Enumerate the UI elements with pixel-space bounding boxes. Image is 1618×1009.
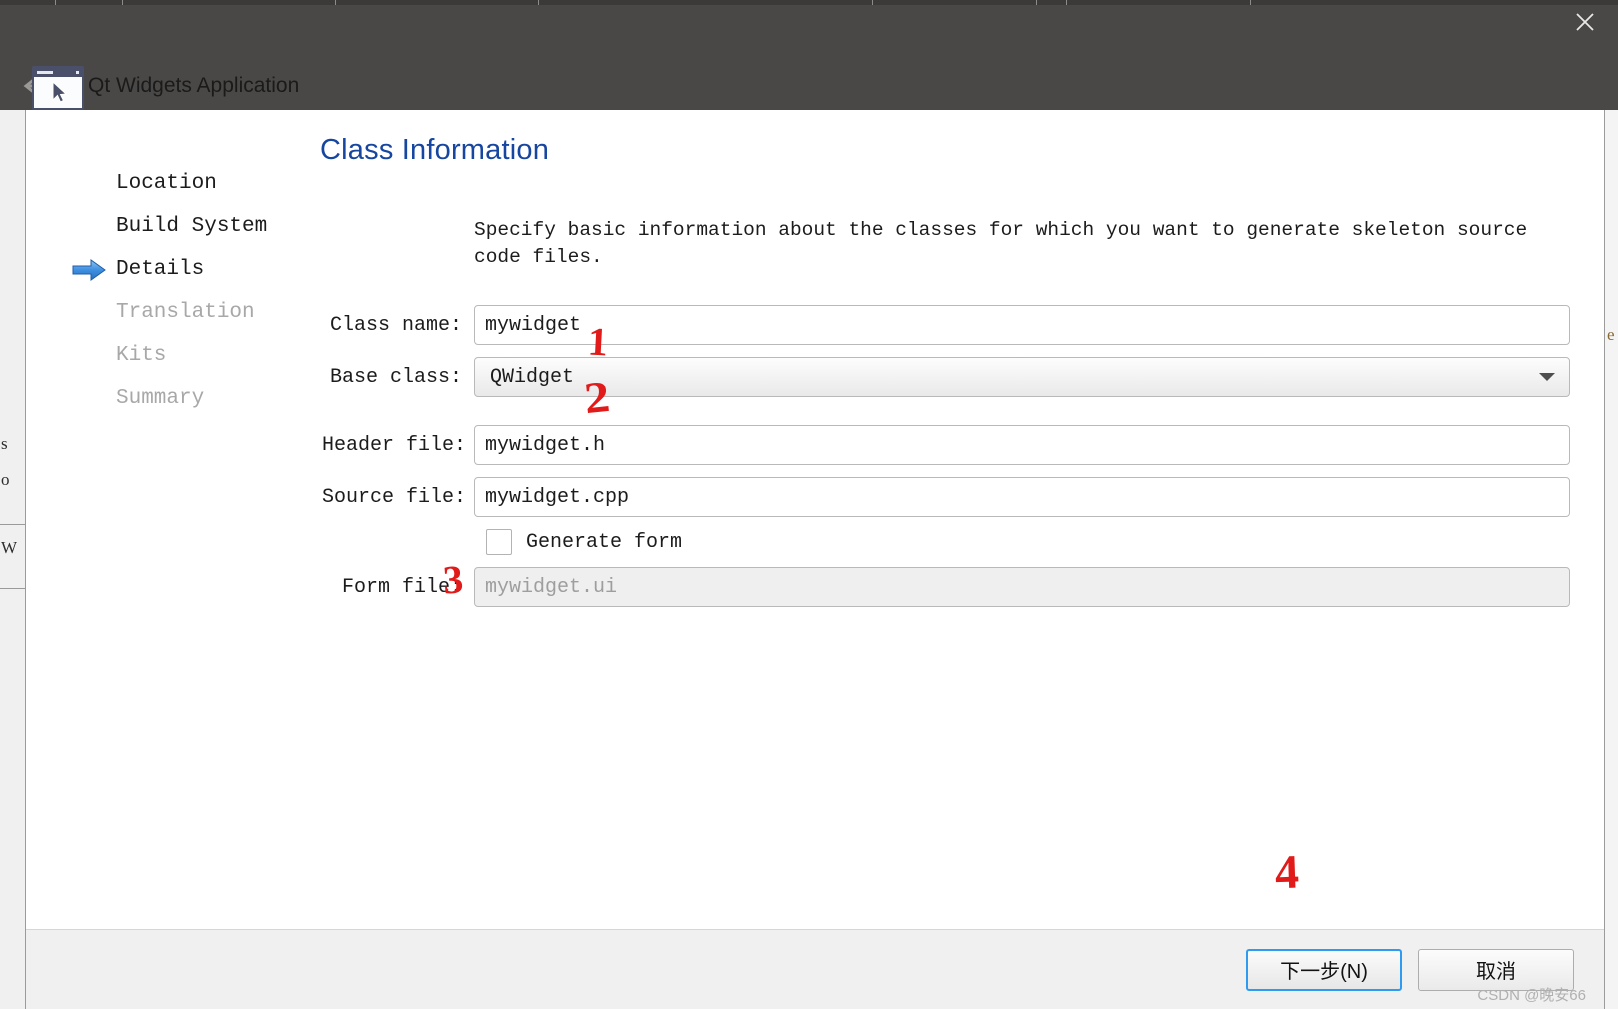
form-file-label: Form file:	[341, 575, 462, 599]
sidebar-item-label: Location	[116, 172, 217, 195]
source-file-label: Source file:	[322, 485, 467, 509]
wizard-header: Qt Widgets Application	[0, 62, 1618, 110]
header-file-label: Header file:	[322, 433, 467, 457]
background-text-fragment: W	[1, 538, 18, 557]
sidebar-item-label: Kits	[116, 344, 167, 367]
sidebar-item-summary[interactable]: Summary	[58, 377, 308, 420]
page-description: Specify basic information about the clas…	[474, 219, 1539, 268]
class-name-label: Class name:	[329, 313, 462, 337]
sidebar-item-build-system[interactable]: Build System	[58, 205, 308, 248]
header-file-input[interactable]: mywidget.h	[474, 425, 1570, 465]
generate-form-checkbox[interactable]	[486, 529, 512, 555]
class-name-input[interactable]: mywidget	[474, 305, 1570, 345]
base-class-label: Base class:	[329, 365, 462, 389]
wizard-dialog: Location Build System Details Translatio…	[26, 110, 1604, 1009]
qt-widgets-app-icon	[32, 66, 84, 110]
base-class-value: QWidget	[490, 365, 575, 389]
background-window-right: e	[1604, 110, 1618, 1009]
close-button[interactable]	[1552, 0, 1618, 44]
sidebar-item-kits[interactable]: Kits	[58, 334, 308, 377]
source-file-input[interactable]: mywidget.cpp	[474, 477, 1570, 517]
sidebar-item-details[interactable]: Details	[58, 248, 308, 291]
class-information-form: Class name: mywidget Base class: QWidget…	[322, 305, 1570, 619]
base-class-row: Base class: QWidget	[322, 357, 1570, 397]
background-window-tabstrip	[0, 0, 1618, 5]
header-file-row: Header file: mywidget.h	[322, 425, 1570, 465]
form-file-row: Form file: mywidget.ui	[322, 567, 1570, 607]
current-step-arrow-icon	[72, 258, 106, 281]
sidebar-item-label: Summary	[116, 387, 205, 410]
next-button[interactable]: 下一步(N)	[1246, 948, 1402, 991]
chevron-down-icon	[1539, 373, 1555, 381]
source-file-value: mywidget.cpp	[485, 485, 630, 509]
header-file-value: mywidget.h	[485, 433, 606, 457]
background-text-fragment: e	[1607, 325, 1615, 344]
form-file-value: mywidget.ui	[485, 575, 618, 599]
background-text-fragment: s	[1, 434, 8, 453]
sidebar-item-label: Details	[116, 258, 205, 281]
class-name-value: mywidget	[485, 313, 582, 337]
background-window-left: s o W	[0, 110, 26, 1009]
wizard-steps: Location Build System Details Translatio…	[58, 162, 308, 420]
base-class-select[interactable]: QWidget	[474, 357, 1570, 397]
mouse-cursor-icon	[52, 81, 68, 103]
close-icon	[1576, 13, 1594, 31]
sidebar-item-label: Build System	[116, 215, 268, 238]
screen-root: Qt Widgets Application s o W e Location …	[0, 0, 1618, 1009]
sidebar-item-label: Translation	[116, 301, 255, 324]
background-text-fragment: o	[1, 470, 10, 489]
dialog-footer: 下一步(N) 取消	[26, 929, 1604, 1009]
watermark: CSDN @晚安66	[1477, 987, 1586, 1004]
form-file-input: mywidget.ui	[474, 567, 1570, 607]
sidebar-item-translation[interactable]: Translation	[58, 291, 308, 334]
class-name-row: Class name: mywidget	[322, 305, 1570, 345]
source-file-row: Source file: mywidget.cpp	[322, 477, 1570, 517]
sidebar-item-location[interactable]: Location	[58, 162, 308, 205]
generate-form-label: Generate form	[526, 530, 683, 554]
generate-form-row: Generate form	[322, 529, 1570, 555]
page-title: Class Information	[320, 134, 550, 166]
wizard-title: Qt Widgets Application	[88, 74, 300, 97]
